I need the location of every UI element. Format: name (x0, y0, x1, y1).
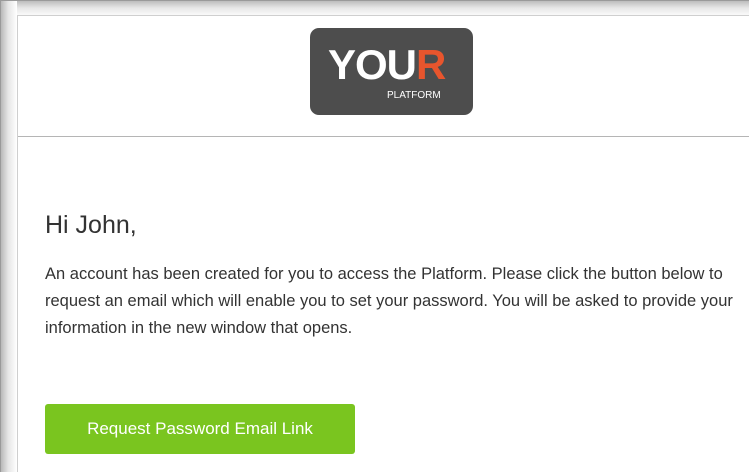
logo-word-primary: YOU (328, 41, 417, 88)
email-card: YOUR PLATFORM Hi John, An account has be… (17, 15, 749, 472)
window-shadow-left (1, 1, 17, 472)
header-divider (18, 136, 749, 137)
email-window: YOUR PLATFORM Hi John, An account has be… (0, 0, 749, 472)
logo-wordmark: YOUR (328, 41, 446, 88)
email-greeting: Hi John, (45, 211, 137, 239)
email-header: YOUR PLATFORM (18, 16, 749, 136)
email-message: An account has been created for you to a… (45, 265, 733, 337)
request-password-email-link-button[interactable]: Request Password Email Link (45, 404, 355, 454)
logo-word-accent: R (416, 41, 446, 88)
brand-logo: YOUR PLATFORM (310, 28, 473, 115)
logo-subtitle: PLATFORM (387, 90, 441, 101)
